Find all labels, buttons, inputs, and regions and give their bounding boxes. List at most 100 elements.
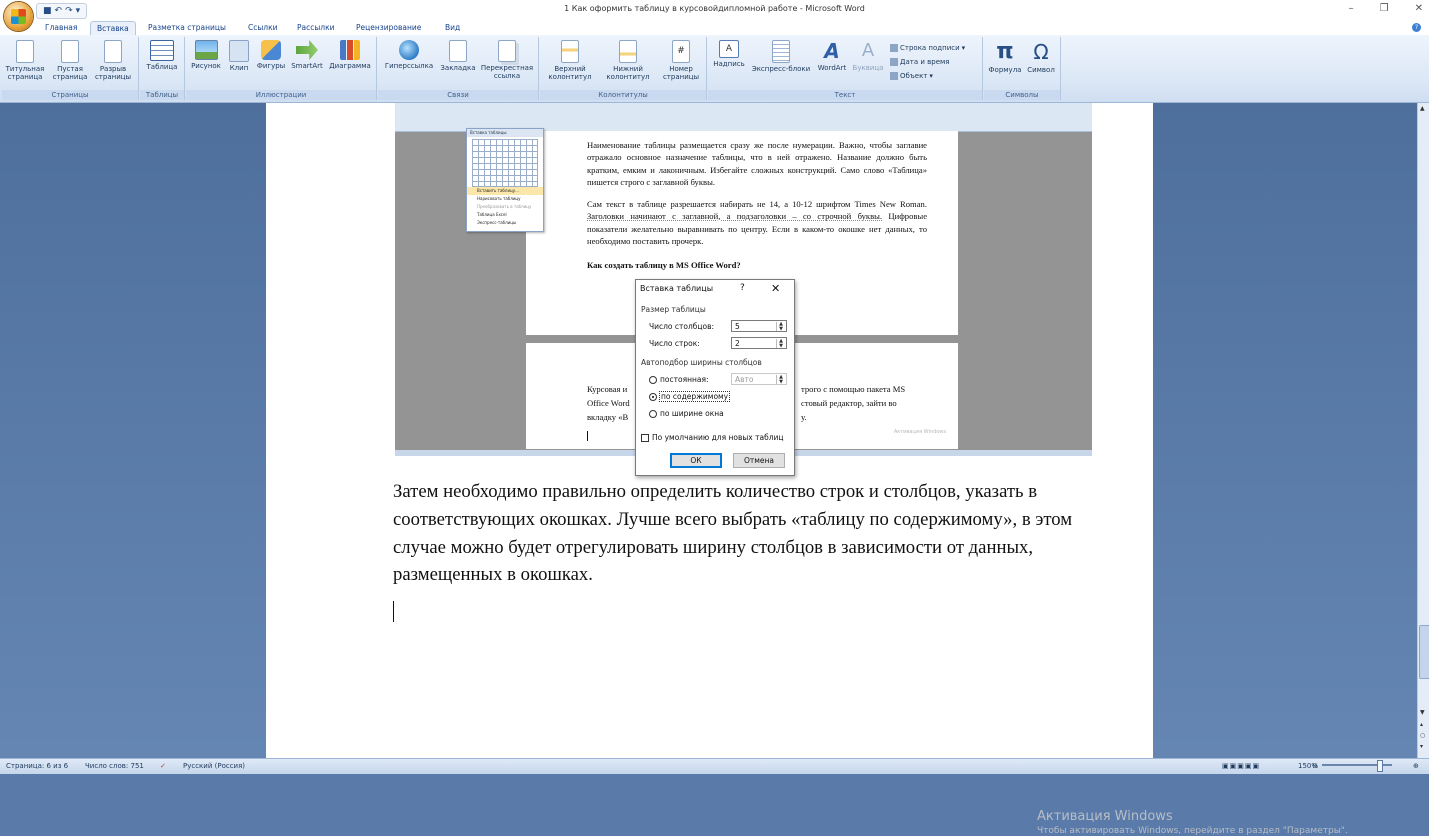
header-icon [561,40,579,63]
textbox-button[interactable]: A Надпись [710,40,748,68]
zoom-out-icon[interactable]: ⊖ [1312,762,1318,770]
object-icon [890,72,898,80]
picture-button[interactable]: Рисунок [188,40,224,70]
spelling-icon[interactable]: ✓ [160,762,166,770]
page-break-button[interactable]: Разрыв страницы [92,40,134,81]
ribbon: Титульная страница Пустая страница Разры… [0,35,1429,103]
group-label-illustrations: Иллюстрации [186,90,376,100]
group-links: Гиперссылка Закладка Перекрестная ссылка… [378,37,539,100]
date-time-button[interactable]: Дата и время [890,58,950,66]
clip-icon [229,40,249,62]
symbol-button[interactable]: Ω Символ [1024,40,1058,74]
smartart-button[interactable]: SmartArt [288,40,326,70]
embedded-paragraph-1: Наименование таблицы размещается сразу ж… [587,140,927,188]
express-blocks-button[interactable]: Экспресс-блоки [748,40,814,73]
columns-spinner: 5 ▲ ▼ [731,320,787,332]
spinner-arrows-icon: ▲ ▼ [776,322,785,331]
scrollbar-thumb[interactable] [1419,625,1429,679]
embedded-menu-item: Преобразовать в таблицу [477,204,532,209]
object-button[interactable]: Объект ▾ [890,72,933,80]
office-button[interactable] [4,2,33,31]
previous-page-icon[interactable]: ▴ [1420,721,1423,728]
zoom-slider-knob[interactable] [1377,760,1383,772]
word-count[interactable]: Число слов: 751 [85,762,144,770]
signature-icon [890,44,898,52]
chart-button[interactable]: Диаграмма [327,40,373,70]
language-indicator[interactable]: Русский (Россия) [183,762,245,770]
group-label-links: Связи [378,90,538,100]
embedded-line-1-right: трого с помощью пакета MS [801,384,906,394]
dropcap-button[interactable]: A Буквица [850,40,886,72]
bookmark-icon [449,40,467,62]
ok-button: ОК [670,453,722,468]
cross-reference-icon [498,40,516,62]
wordart-button[interactable]: A WordArt [814,40,850,72]
radio-off-icon [649,375,657,384]
embedded-line-2-right: стовый редактор, зайти во [801,398,897,408]
embedded-caret [587,431,588,441]
close-icon: ✕ [771,282,781,295]
cross-reference-button[interactable]: Перекрестная ссылка [478,40,536,80]
header-button[interactable]: Верхний колонтитул [542,40,598,81]
hyperlink-button[interactable]: Гиперссылка [382,40,436,70]
shapes-button[interactable]: Фигуры [254,40,288,70]
rows-spinner: 2 ▲ ▼ [731,337,787,349]
radio-autofit-content: по содержимому [649,391,731,402]
restore-icon[interactable]: ❐ [1380,3,1389,14]
embedded-menu-item: Нарисовать таблицу [477,196,521,201]
group-illustrations: Рисунок Клип Фигуры SmartArt Диаграмма И… [186,37,377,100]
group-text: A Надпись Экспресс-блоки A WordArt A Буквиц… [708,37,983,100]
embedded-menu-item: Экспресс-таблицы [477,220,517,225]
browse-object-icon[interactable]: ○ [1420,732,1425,739]
table-size-section: Размер таблицы [641,305,706,314]
scroll-down-icon[interactable]: ▼ [1420,709,1425,716]
page-number-icon: # [672,40,690,63]
radio-autofit-window: по ширине окна [649,409,724,418]
columns-label: Число столбцов: [649,322,715,331]
help-icon[interactable]: ? [1412,23,1421,32]
group-header-footer: Верхний колонтитул Нижний колонтитул # Но… [540,37,707,100]
office-logo-icon [11,9,26,24]
bookmark-button[interactable]: Закладка [438,40,478,72]
dialog-title: Вставка таблицы [640,284,714,293]
minimize-icon[interactable]: – [1349,3,1354,14]
embedded-table-grid [472,139,538,187]
tab-page-layout[interactable]: Разметка страницы [148,23,226,32]
embedded-menu-item: Вставить таблицу... [467,187,543,195]
pi-icon: π [996,39,1014,64]
remember-dimensions-checkbox: По умолчанию для новых таблиц [641,433,784,442]
table-button[interactable]: Таблица [143,40,181,71]
tab-view[interactable]: Вид [445,23,460,32]
footer-button[interactable]: Нижний колонтитул [598,40,658,81]
cover-page-icon [16,40,34,63]
page-number-button[interactable]: # Номер страницы [658,40,704,81]
group-label-pages: Страницы [2,90,138,100]
cover-page-button[interactable]: Титульная страница [4,40,46,81]
tab-mailings[interactable]: Рассылки [297,23,335,32]
fixed-width-spinner: Авто ▲ ▼ [731,373,787,385]
signature-line-button[interactable]: Строка подписи ▾ [890,44,965,52]
group-symbols: π Формула Ω Символ Символы [984,37,1061,100]
view-buttons[interactable]: ▣▣▣▣▣ [1222,762,1260,770]
blank-page-button[interactable]: Пустая страница [50,40,90,81]
close-icon[interactable]: ✕ [1415,3,1423,14]
tab-references[interactable]: Ссылки [248,23,277,32]
status-bar: Страница: 6 из 6 Число слов: 751 ✓ Русск… [0,758,1429,774]
dropdown-arrow-icon: ▾ [961,44,966,52]
tab-home[interactable]: Главная [45,23,77,32]
shapes-icon [261,40,281,60]
zoom-in-icon[interactable]: ⊕ [1413,762,1419,770]
windows-activation-watermark: Активация Windows Чтобы активировать Win… [1037,809,1348,836]
clip-button[interactable]: Клип [226,40,252,72]
omega-icon: Ω [1033,40,1049,64]
group-label-tables: Таблицы [140,90,184,100]
next-page-icon[interactable]: ▾ [1420,743,1423,750]
vertical-scrollbar[interactable]: ▲ ▼ ▴ ○ ▾ [1417,103,1429,758]
radio-fixed-width: постоянная: [649,375,709,384]
page-count[interactable]: Страница: 6 из 6 [6,762,68,770]
tab-insert[interactable]: Вставка [90,21,136,36]
equation-button[interactable]: π Формула [986,39,1024,75]
scroll-up-icon[interactable]: ▲ [1420,105,1425,112]
tab-review[interactable]: Рецензирование [356,23,421,32]
text-caret [393,601,394,622]
